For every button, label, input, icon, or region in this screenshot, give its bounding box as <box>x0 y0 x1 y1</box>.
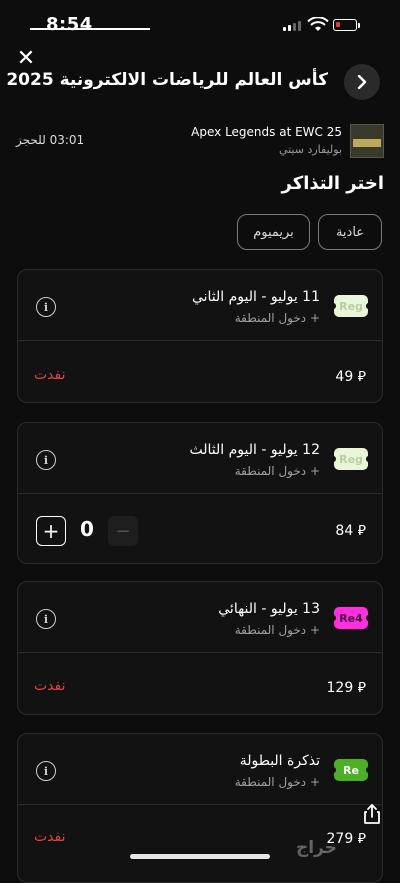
ticket-subtitle: + دخول المنطقة <box>234 464 320 478</box>
ticket-name: تذكرة البطولة <box>239 753 320 769</box>
status-bar: 8:54 <box>0 0 400 40</box>
sold-out-label: نفدت <box>34 678 66 694</box>
ticket-subtitle: + دخول المنطقة <box>234 311 320 325</box>
card-divider <box>18 652 382 653</box>
minus-icon: − <box>115 520 131 542</box>
booking-timer: 03:01 للحجز <box>16 133 85 147</box>
chevron-right-icon <box>357 75 367 89</box>
status-overlay-line <box>30 28 150 30</box>
signal-icon <box>283 21 301 31</box>
ticket-subtitle: + دخول المنطقة <box>234 623 320 637</box>
info-icon[interactable]: i <box>36 297 56 317</box>
ticket-tag: Re4 <box>331 607 371 629</box>
back-button[interactable] <box>344 64 380 100</box>
battery-tip <box>358 23 360 28</box>
card-divider <box>18 804 382 805</box>
quantity-increase-button[interactable]: + <box>36 516 66 546</box>
share-icon[interactable] <box>360 802 384 826</box>
ticket-price: 84 ⃁ <box>335 523 366 539</box>
page-title: كأس العالم للرياضات الالكترونية 2025 <box>6 70 328 90</box>
ticket-tag: Re <box>331 759 371 781</box>
ticket-card-day3: Reg 12 يوليو - اليوم الثالث + دخول المنط… <box>17 422 383 564</box>
ticket-tag: Reg <box>331 295 371 317</box>
event-thumbnail <box>350 124 384 158</box>
filter-regular[interactable]: عادية <box>318 214 382 250</box>
card-divider <box>18 340 382 341</box>
header: كأس العالم للرياضات الالكترونية 2025 <box>0 60 400 104</box>
info-icon[interactable]: i <box>36 609 56 629</box>
card-divider <box>18 493 382 494</box>
quantity-value: 0 <box>80 517 94 541</box>
ticket-subtitle: + دخول المنطقة <box>234 775 320 789</box>
ticket-price: 49 ⃁ <box>335 369 366 385</box>
sold-out-label: نفدت <box>34 367 66 383</box>
wifi-icon <box>307 17 329 31</box>
ticket-name: 13 يوليو - النهائي <box>218 601 320 617</box>
ticket-card-final: Re4 13 يوليو - النهائي + دخول المنطقة i … <box>17 581 383 715</box>
event-info: Apex Legends at EWC 25 بوليفارد سيتي 03:… <box>0 120 400 170</box>
ticket-card-day2: Reg 11 يوليو - اليوم الثاني + دخول المنط… <box>17 269 383 403</box>
filter-premium[interactable]: بريميوم <box>237 214 310 250</box>
watermark-logo: حراج <box>296 838 337 858</box>
ticket-name: 12 يوليو - اليوم الثالث <box>189 442 320 458</box>
sold-out-label: نفدت <box>34 829 66 845</box>
ticket-card-championship: Re تذكرة البطولة + دخول المنطقة i 279 ⃁ … <box>17 733 383 883</box>
section-title: اختر التذاكر <box>281 173 384 194</box>
event-venue: بوليفارد سيتي <box>278 143 342 156</box>
quantity-decrease-button[interactable]: − <box>108 516 138 546</box>
ticket-price: 129 ⃁ <box>326 680 367 696</box>
status-time: 8:54 <box>46 14 93 35</box>
battery-icon <box>333 19 357 31</box>
info-icon[interactable]: i <box>36 761 56 781</box>
ticket-tag: Reg <box>331 448 371 470</box>
plus-icon: + <box>42 519 60 543</box>
event-name: Apex Legends at EWC 25 <box>191 125 342 139</box>
info-icon[interactable]: i <box>36 450 56 470</box>
home-indicator <box>130 854 270 859</box>
ticket-name: 11 يوليو - اليوم الثاني <box>191 289 320 305</box>
